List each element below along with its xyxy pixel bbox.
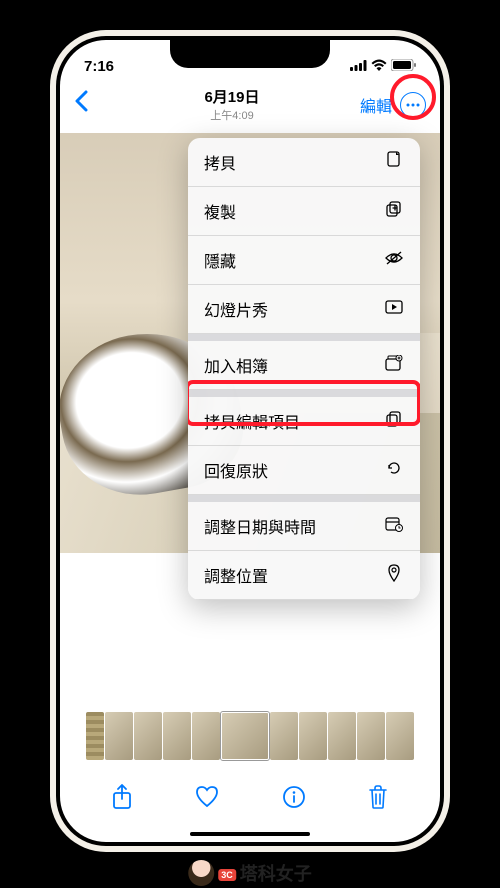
hide-icon bbox=[384, 251, 404, 270]
nav-title: 6月19日 上午4:09 bbox=[104, 86, 360, 123]
thumbnail[interactable] bbox=[299, 712, 327, 760]
menu-item-copy-edits[interactable]: 拷貝編輯項目 bbox=[188, 397, 420, 446]
thumbnail[interactable] bbox=[270, 712, 298, 760]
menu-label: 回復原狀 bbox=[204, 458, 268, 482]
slideshow-icon bbox=[384, 300, 404, 319]
menu-label: 幻燈片秀 bbox=[204, 297, 268, 321]
add-album-icon bbox=[384, 355, 404, 376]
home-indicator[interactable] bbox=[190, 832, 310, 836]
bottom-toolbar bbox=[60, 776, 440, 824]
signal-icon bbox=[350, 58, 367, 75]
watermark-avatar bbox=[188, 860, 214, 886]
menu-separator bbox=[188, 495, 420, 502]
menu-label: 調整位置 bbox=[204, 563, 268, 587]
duplicate-icon bbox=[384, 200, 404, 223]
thumbnail-strip[interactable] bbox=[60, 712, 440, 762]
thumbnail[interactable] bbox=[357, 712, 385, 760]
edit-button[interactable]: 編輯 bbox=[360, 93, 392, 117]
watermark-badge: 3C bbox=[218, 869, 236, 881]
menu-item-duplicate[interactable]: 複製 bbox=[188, 187, 420, 236]
thumbnail[interactable] bbox=[105, 712, 133, 760]
nav-bar: 6月19日 上午4:09 編輯 bbox=[60, 80, 440, 133]
battery-icon bbox=[391, 58, 416, 75]
menu-item-add-to-album[interactable]: 加入相簿 bbox=[188, 341, 420, 390]
thumbnail[interactable] bbox=[386, 712, 414, 760]
menu-separator bbox=[188, 390, 420, 397]
menu-item-copy[interactable]: 拷貝 bbox=[188, 138, 420, 187]
thumbnail[interactable] bbox=[328, 712, 356, 760]
thumbnail[interactable] bbox=[86, 712, 104, 760]
menu-item-slideshow[interactable]: 幻燈片秀 bbox=[188, 285, 420, 334]
menu-item-hide[interactable]: 隱藏 bbox=[188, 236, 420, 285]
notch bbox=[170, 40, 330, 68]
thumbnail-selected[interactable] bbox=[221, 712, 269, 760]
status-time: 7:16 bbox=[84, 58, 114, 75]
thumbnail[interactable] bbox=[192, 712, 220, 760]
share-button[interactable] bbox=[112, 784, 132, 816]
menu-item-revert[interactable]: 回復原狀 bbox=[188, 446, 420, 495]
menu-separator bbox=[188, 334, 420, 341]
menu-item-adjust-location[interactable]: 調整位置 bbox=[188, 551, 420, 600]
copy-edits-icon bbox=[384, 410, 404, 433]
favorite-button[interactable] bbox=[195, 786, 219, 814]
phone-bezel: 7:16 6月19日 bbox=[56, 36, 444, 846]
menu-label: 加入相簿 bbox=[204, 353, 268, 377]
menu-label: 調整日期與時間 bbox=[204, 514, 316, 538]
menu-label: 隱藏 bbox=[204, 248, 236, 272]
back-button[interactable] bbox=[74, 90, 104, 119]
thumbnail[interactable] bbox=[163, 712, 191, 760]
screen: 7:16 6月19日 bbox=[60, 40, 440, 842]
menu-label: 拷貝編輯項目 bbox=[204, 409, 300, 433]
phone-frame: 7:16 6月19日 bbox=[50, 30, 450, 852]
menu-label: 拷貝 bbox=[204, 150, 236, 174]
more-button[interactable] bbox=[400, 92, 426, 118]
status-right bbox=[350, 58, 416, 75]
menu-label: 複製 bbox=[204, 199, 236, 223]
thumbnail[interactable] bbox=[134, 712, 162, 760]
photo-time: 上午4:09 bbox=[104, 107, 360, 123]
copy-icon bbox=[384, 151, 404, 174]
photo-date: 6月19日 bbox=[104, 86, 360, 107]
revert-icon bbox=[384, 459, 404, 482]
wifi-icon bbox=[371, 58, 387, 75]
location-icon bbox=[384, 564, 404, 587]
calendar-clock-icon bbox=[384, 516, 404, 537]
context-menu: 拷貝 複製 隱藏 幻燈片秀 加入相簿 bbox=[188, 138, 420, 600]
menu-item-adjust-datetime[interactable]: 調整日期與時間 bbox=[188, 502, 420, 551]
info-button[interactable] bbox=[283, 786, 305, 814]
watermark-text: 塔科女子 bbox=[240, 860, 312, 886]
watermark: 3C 塔科女子 bbox=[188, 860, 312, 886]
delete-button[interactable] bbox=[368, 785, 388, 815]
